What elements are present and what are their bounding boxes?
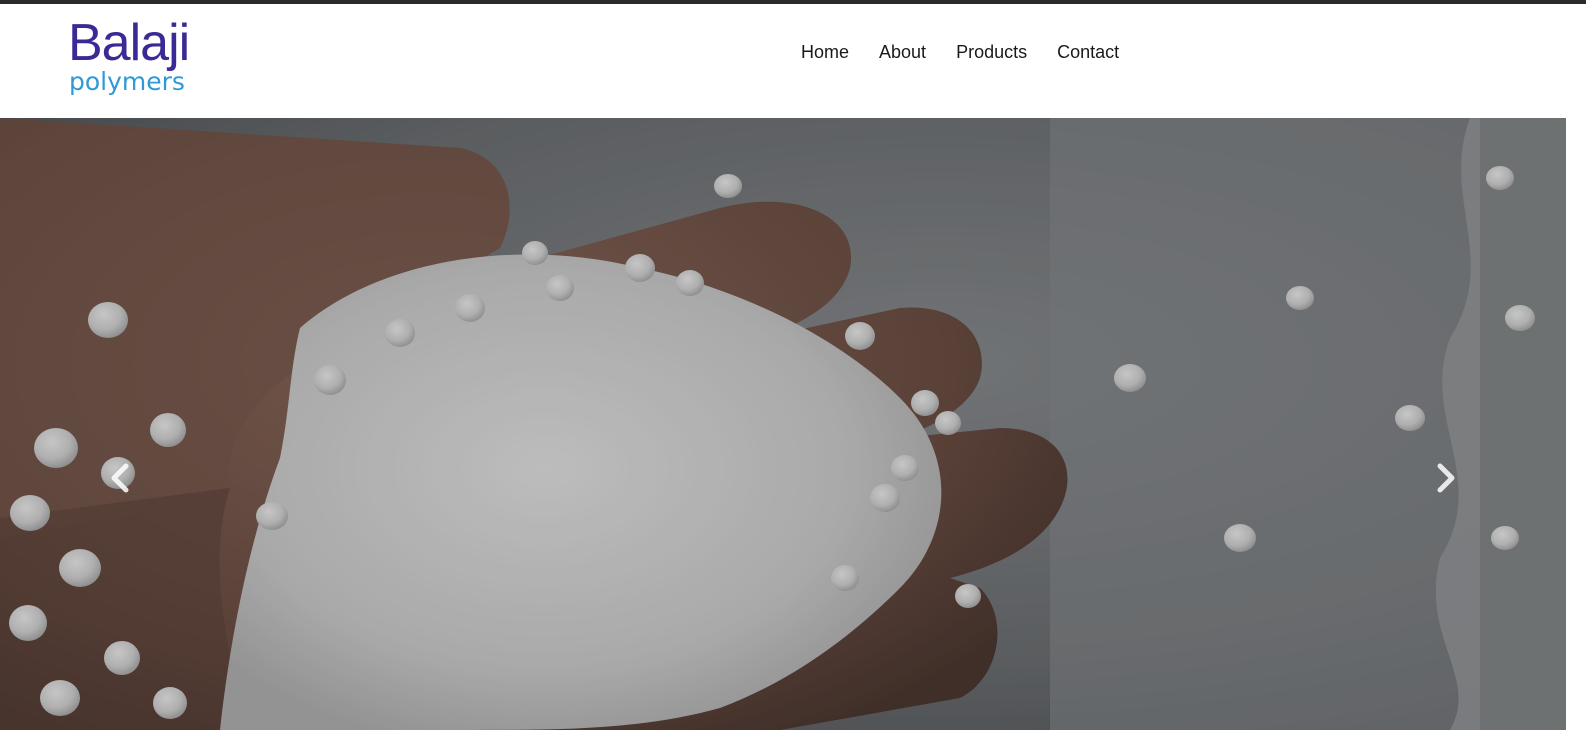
nav-home[interactable]: Home <box>801 40 849 64</box>
nav-contact[interactable]: Contact <box>1057 40 1119 64</box>
site-header: Balaji polymers Home About Products Cont… <box>0 4 1566 118</box>
chevron-left-icon[interactable] <box>102 458 142 498</box>
hero-image <box>0 118 1566 730</box>
brand-logo[interactable]: Balaji polymers <box>68 16 218 100</box>
page-scrollbar[interactable] <box>1566 4 1586 730</box>
brand-name: Balaji <box>68 14 190 72</box>
main-nav: Home About Products Contact <box>801 40 1119 64</box>
nav-about[interactable]: About <box>879 40 926 64</box>
brand-tagline: polymers <box>69 67 185 96</box>
hero-carousel <box>0 118 1566 730</box>
chevron-right-icon[interactable] <box>1424 458 1464 498</box>
nav-products[interactable]: Products <box>956 40 1027 64</box>
